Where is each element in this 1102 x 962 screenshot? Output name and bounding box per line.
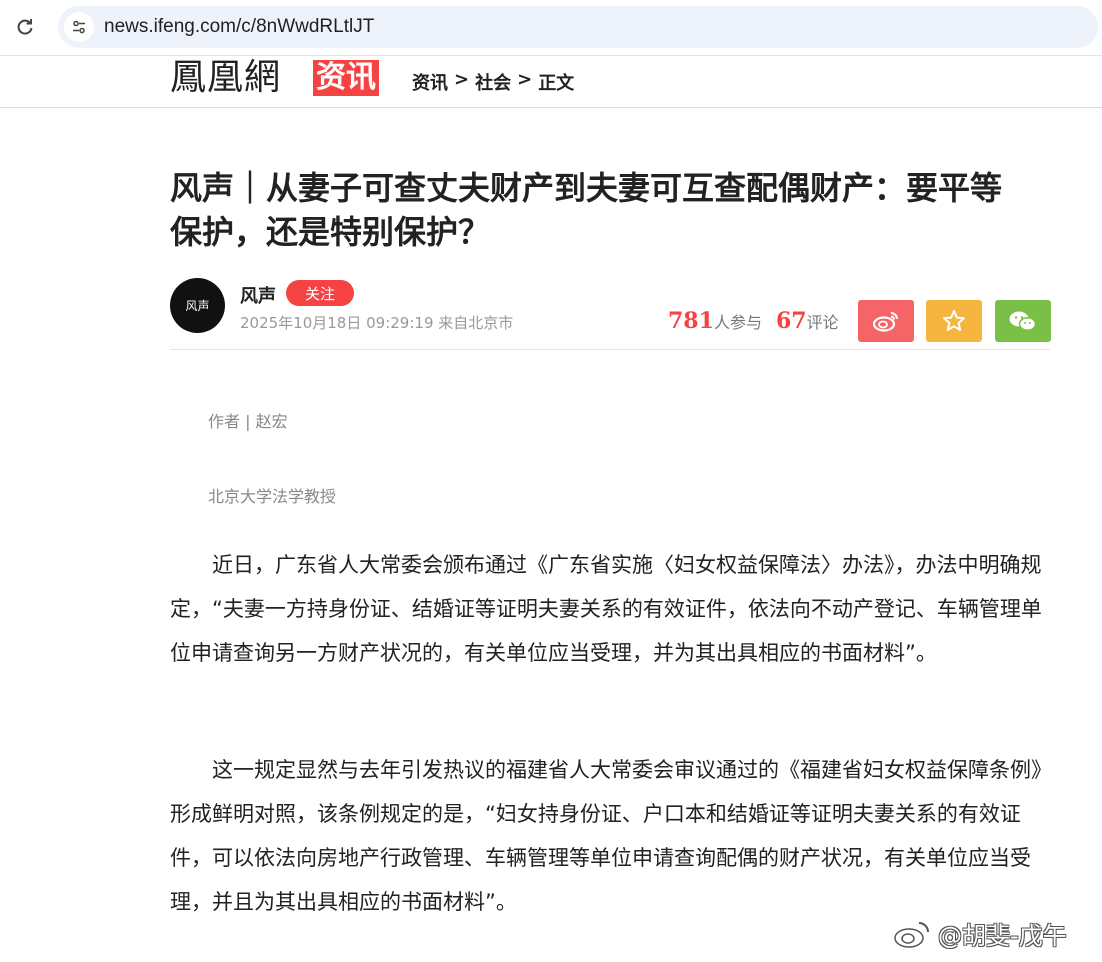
comments-label[interactable]: 评论 (807, 309, 839, 333)
share-weibo-button[interactable] (858, 300, 914, 342)
article-stats: 781 人参与 67 评论 (668, 308, 839, 334)
avatar-label: 风声 (185, 299, 210, 313)
comments-count[interactable]: 67 (776, 308, 807, 334)
share-wechat-button[interactable] (995, 300, 1051, 342)
reload-icon[interactable] (6, 8, 44, 46)
author-bar: 风声 风声 关注 2025年10月18日 09:29:19 来自北京市 781 … (170, 278, 1051, 350)
url-text[interactable]: news.ifeng.com/c/8nWwdRLtlJT (104, 16, 374, 38)
follow-button[interactable]: 关注 (286, 280, 354, 306)
star-icon (943, 310, 965, 331)
author-affiliation: 北京大学法学教授 (208, 487, 337, 506)
site-logo[interactable]: 鳳凰網 (170, 58, 281, 98)
article-title: 风声｜从妻子可查丈夫财产到夫妻可互查配偶财产：要平等保护，还是特别保护？ (170, 169, 1003, 251)
publish-meta: 2025年10月18日 09:29:19 来自北京市 (240, 314, 514, 332)
wechat-icon (1009, 311, 1037, 331)
channel-badge[interactable]: 资讯 (313, 60, 379, 96)
breadcrumb-society[interactable]: 社会 (475, 69, 511, 95)
site-info-icon[interactable] (64, 12, 94, 42)
participants-count[interactable]: 781 (668, 308, 714, 334)
breadcrumb: 资讯 > 社会 > 正文 (412, 69, 574, 95)
weibo-icon (894, 921, 929, 948)
participants-label: 人参与 (713, 313, 762, 332)
watermark-text: @胡斐-戊午 (938, 922, 1067, 950)
article-paragraph: 近日，广东省人大常委会颁布通过《广东省实施〈妇女权益保障法〉办法》，办法中明确规… (170, 553, 1042, 665)
watermark: @胡斐-戊午 (892, 916, 1067, 951)
weibo-icon (872, 312, 898, 332)
breadcrumb-separator: > (517, 69, 533, 90)
article-author-line: 作者 | 赵宏 (208, 412, 288, 431)
article-paragraph: 这一规定显然与去年引发热议的福建省人大常委会审议通过的《福建省妇女权益保障条例》… (170, 758, 1052, 914)
address-bar[interactable]: news.ifeng.com/c/8nWwdRLtlJT (58, 6, 1098, 48)
author-avatar[interactable]: 风声 (170, 278, 225, 333)
favorite-button[interactable] (926, 300, 982, 342)
site-header: 鳳凰網 资讯 资讯 > 社会 > 正文 (0, 56, 1102, 108)
breadcrumb-separator: > (454, 69, 470, 90)
breadcrumb-news[interactable]: 资讯 (412, 69, 448, 95)
breadcrumb-current: 正文 (538, 73, 575, 94)
browser-toolbar: news.ifeng.com/c/8nWwdRLtlJT (0, 0, 1102, 56)
author-name[interactable]: 风声 (240, 282, 276, 308)
